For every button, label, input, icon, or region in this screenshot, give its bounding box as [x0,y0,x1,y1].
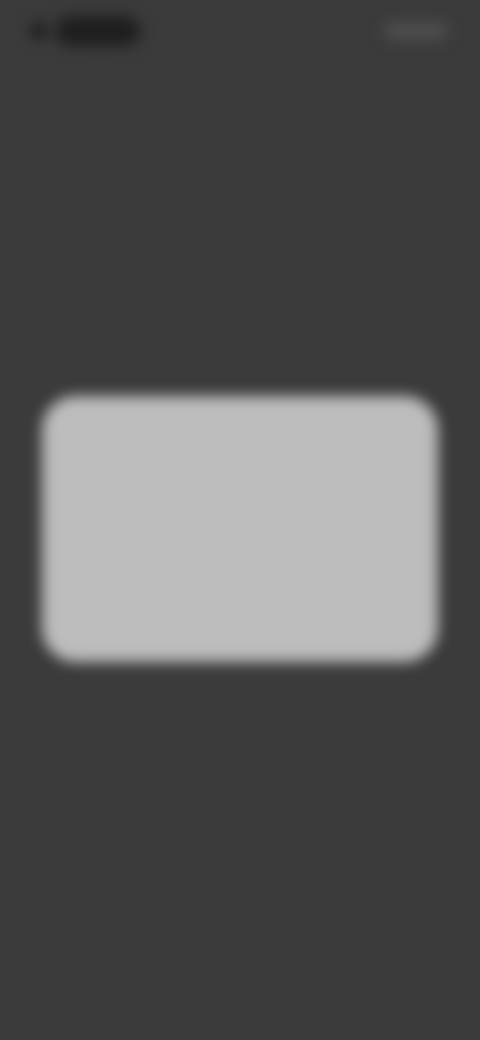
back-icon[interactable] [30,22,48,40]
dialog-actions [90,594,394,628]
app-screen [0,0,480,1040]
status-right-icon [384,22,448,40]
status-left[interactable] [30,14,140,48]
status-pill [56,16,140,46]
dialog [42,396,438,662]
